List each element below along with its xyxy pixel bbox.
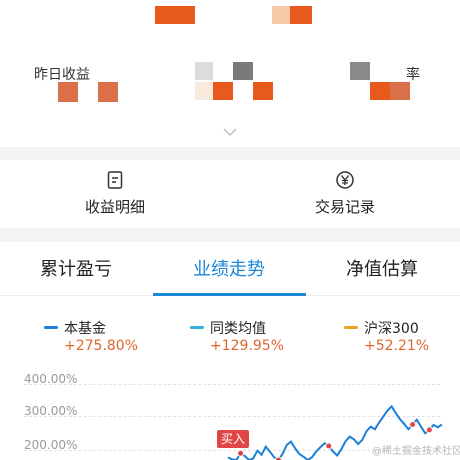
tab-nav-estimate[interactable]: 净值估算 [346, 255, 418, 281]
redacted-block [253, 82, 273, 100]
trade-point-marker[interactable] [237, 449, 245, 457]
yesterday-income-label: 昨日收益 [34, 67, 90, 83]
performance-tabs: 累计盈亏 业绩走势 净值估算 [0, 242, 460, 296]
rate-label: 率 [406, 67, 420, 83]
tab-performance-trend[interactable]: 业绩走势 [193, 255, 265, 281]
redacted-block [350, 62, 370, 80]
tab-cumulative-pnl[interactable]: 累计盈亏 [40, 255, 112, 281]
redacted-block [272, 6, 290, 24]
redacted-block [195, 62, 213, 80]
buy-marker-badge: 买入 [217, 430, 249, 448]
redacted-block [213, 82, 233, 100]
redacted-block [390, 82, 410, 100]
trade-records-label: 交易记录 [314, 198, 375, 216]
trade-point-marker[interactable] [325, 442, 333, 450]
income-detail-button[interactable]: 收益明细 [40, 170, 190, 220]
redacted-block [58, 82, 78, 102]
trade-point-marker[interactable] [425, 426, 433, 434]
trade-records-button[interactable]: 交易记录 [270, 170, 420, 220]
trade-point-marker[interactable] [409, 421, 417, 428]
redacted-block [370, 82, 390, 100]
quick-actions-bar: 收益明细 交易记录 [0, 160, 460, 228]
chevron-down-icon[interactable] [222, 126, 238, 138]
asset-summary-card: 昨日收益 率 [0, 0, 460, 147]
watermark-text: @稀土掘金技术社区 [372, 446, 460, 457]
redacted-block [233, 62, 253, 80]
performance-chart-card: 本基金 +275.80% 同类均值 +129.95% 沪深300 +52.21%… [0, 296, 460, 460]
redacted-block [195, 82, 213, 100]
redacted-block [98, 82, 118, 102]
redacted-block [155, 6, 195, 24]
yen-circle-icon [336, 171, 354, 189]
document-icon [107, 171, 123, 189]
income-detail-label: 收益明细 [84, 198, 145, 216]
redacted-block [290, 6, 312, 24]
